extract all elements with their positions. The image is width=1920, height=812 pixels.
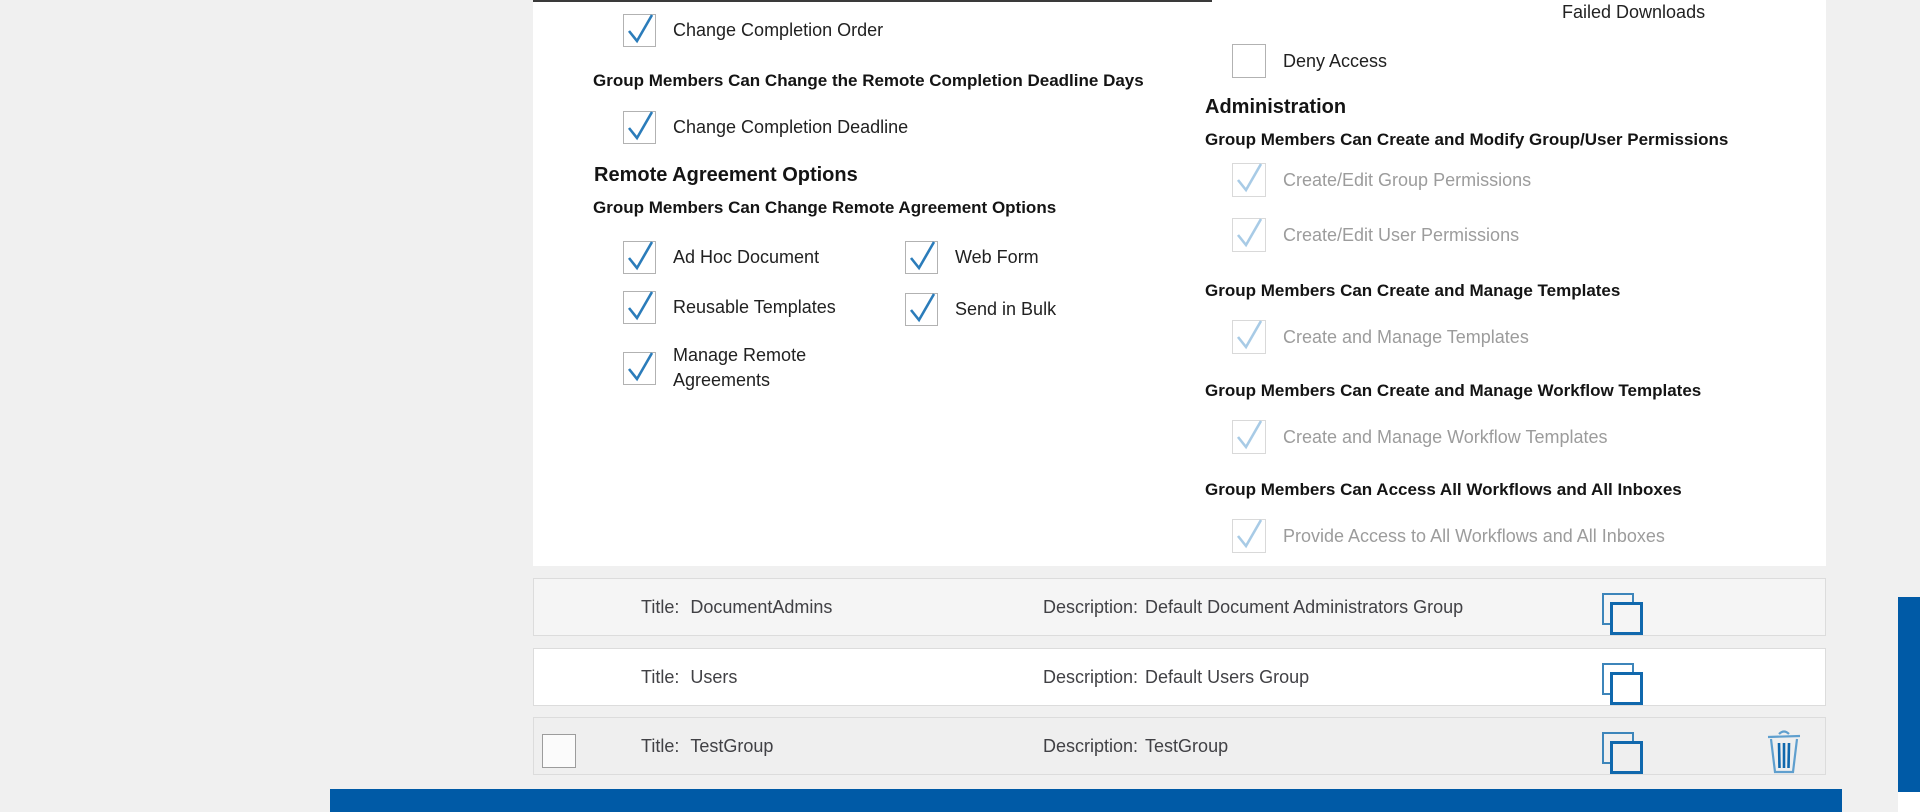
check-icon <box>626 236 654 274</box>
copy-icon[interactable] <box>1602 663 1642 704</box>
checkbox-label: Manage Remote Agreements <box>673 343 813 393</box>
checkbox-box <box>1232 320 1266 354</box>
checkbox-box <box>1232 163 1266 197</box>
title-value: TestGroup <box>690 736 773 757</box>
checkbox-reusable-templates[interactable]: Reusable Templates <box>623 291 836 324</box>
checkbox-send-in-bulk[interactable]: Send in Bulk <box>905 293 1056 326</box>
checkbox-label: Reusable Templates <box>673 295 836 320</box>
table-row-documentadmins[interactable]: Title: DocumentAdmins Description: Defau… <box>533 578 1826 636</box>
checkbox-label: Create/Edit User Permissions <box>1283 223 1519 248</box>
description-value: TestGroup <box>1145 736 1228 757</box>
table-row-testgroup[interactable]: Title: TestGroup Description: TestGroup <box>533 717 1826 775</box>
description-value: Default Users Group <box>1145 667 1309 688</box>
copy-icon[interactable] <box>1602 593 1642 634</box>
footer-bar <box>330 789 1842 812</box>
checkbox-box[interactable] <box>623 111 656 144</box>
checkbox-change-completion-deadline[interactable]: Change Completion Deadline <box>623 111 908 144</box>
checkbox-label: Change Completion Deadline <box>673 115 908 140</box>
check-icon <box>626 106 654 144</box>
check-icon <box>1235 514 1263 552</box>
group-permissions-screen: Change Completion Order Group Members Ca… <box>0 0 1920 812</box>
copy-icon-front <box>1610 602 1643 635</box>
checkbox-change-completion-order[interactable]: Change Completion Order <box>623 14 883 47</box>
row-title: Title: DocumentAdmins <box>641 597 832 618</box>
row-description: Description: Default Document Administra… <box>1043 597 1463 618</box>
check-icon <box>1235 213 1263 251</box>
checkbox-box <box>1232 218 1266 252</box>
title-label: Title: <box>641 667 679 688</box>
checkbox-web-form[interactable]: Web Form <box>905 241 1039 274</box>
checkbox-label: Provide Access to All Workflows and All … <box>1283 524 1665 549</box>
row-description: Description: TestGroup <box>1043 736 1228 757</box>
checkbox-label: Deny Access <box>1283 49 1387 74</box>
trash-icon[interactable] <box>1765 729 1803 775</box>
scrollbar-thumb[interactable] <box>1898 597 1920 792</box>
check-icon <box>908 288 936 326</box>
checkbox-deny-access[interactable]: Deny Access <box>1232 44 1387 78</box>
description-label: Description: <box>1043 597 1138 618</box>
row-description: Description: Default Users Group <box>1043 667 1309 688</box>
title-value: Users <box>690 667 737 688</box>
checkbox-box[interactable] <box>623 291 656 324</box>
description-label: Description: <box>1043 736 1138 757</box>
checkbox-label: Change Completion Order <box>673 18 883 43</box>
header-remote-options: Group Members Can Change Remote Agreemen… <box>593 198 1056 218</box>
copy-icon-front <box>1610 672 1643 705</box>
check-icon <box>626 286 654 324</box>
header-group-user-permissions: Group Members Can Create and Modify Grou… <box>1205 130 1728 150</box>
check-icon <box>1235 158 1263 196</box>
checkbox-access-all-workflows-inboxes: Provide Access to All Workflows and All … <box>1232 519 1665 553</box>
description-label: Description: <box>1043 667 1138 688</box>
checkbox-create-edit-user-permissions: Create/Edit User Permissions <box>1232 218 1519 252</box>
checkbox-box <box>1232 420 1266 454</box>
checkbox-box[interactable] <box>1232 44 1266 78</box>
check-icon <box>626 347 654 385</box>
title-label: Title: <box>641 597 679 618</box>
checkbox-box[interactable] <box>623 241 656 274</box>
check-icon <box>1235 315 1263 353</box>
table-row-users[interactable]: Title: Users Description: Default Users … <box>533 648 1826 706</box>
description-value: Default Document Administrators Group <box>1145 597 1463 618</box>
row-title: Title: TestGroup <box>641 736 773 757</box>
checkbox-create-manage-templates: Create and Manage Templates <box>1232 320 1529 354</box>
checkbox-box[interactable] <box>905 241 938 274</box>
check-icon <box>908 236 936 274</box>
checkbox-label: Create and Manage Templates <box>1283 325 1529 350</box>
checkbox-label: Send in Bulk <box>955 297 1056 322</box>
checkbox-box[interactable] <box>623 352 656 385</box>
checkbox-create-edit-group-permissions: Create/Edit Group Permissions <box>1232 163 1531 197</box>
corner-patch <box>1898 792 1920 812</box>
top-divider <box>533 0 1212 2</box>
header-manage-templates: Group Members Can Create and Manage Temp… <box>1205 281 1620 301</box>
copy-icon-front <box>1610 741 1643 774</box>
title-value: DocumentAdmins <box>690 597 832 618</box>
checkbox-box[interactable] <box>623 14 656 47</box>
row-select-checkbox[interactable] <box>542 734 576 768</box>
check-icon <box>626 9 654 47</box>
check-icon <box>1235 415 1263 453</box>
copy-icon[interactable] <box>1602 732 1642 773</box>
row-title: Title: Users <box>641 667 737 688</box>
header-all-workflows-inboxes: Group Members Can Access All Workflows a… <box>1205 480 1682 500</box>
checkbox-manage-remote-agreements[interactable]: Manage Remote Agreements <box>623 343 813 393</box>
checkbox-ad-hoc-document[interactable]: Ad Hoc Document <box>623 241 819 274</box>
checkbox-box <box>1232 519 1266 553</box>
checkbox-create-manage-workflow-templates: Create and Manage Workflow Templates <box>1232 420 1608 454</box>
checkbox-label: Create/Edit Group Permissions <box>1283 168 1531 193</box>
header-deadline-days: Group Members Can Change the Remote Comp… <box>593 71 1144 91</box>
checkbox-label: Web Form <box>955 245 1039 270</box>
checkbox-box[interactable] <box>905 293 938 326</box>
checkbox-label: Ad Hoc Document <box>673 245 819 270</box>
header-workflow-templates: Group Members Can Create and Manage Work… <box>1205 381 1701 401</box>
failed-downloads-label: Failed Downloads <box>1562 2 1705 23</box>
heading-administration: Administration <box>1205 96 1346 119</box>
heading-remote-agreement-options: Remote Agreement Options <box>594 164 858 187</box>
checkbox-label: Create and Manage Workflow Templates <box>1283 425 1608 450</box>
title-label: Title: <box>641 736 679 757</box>
